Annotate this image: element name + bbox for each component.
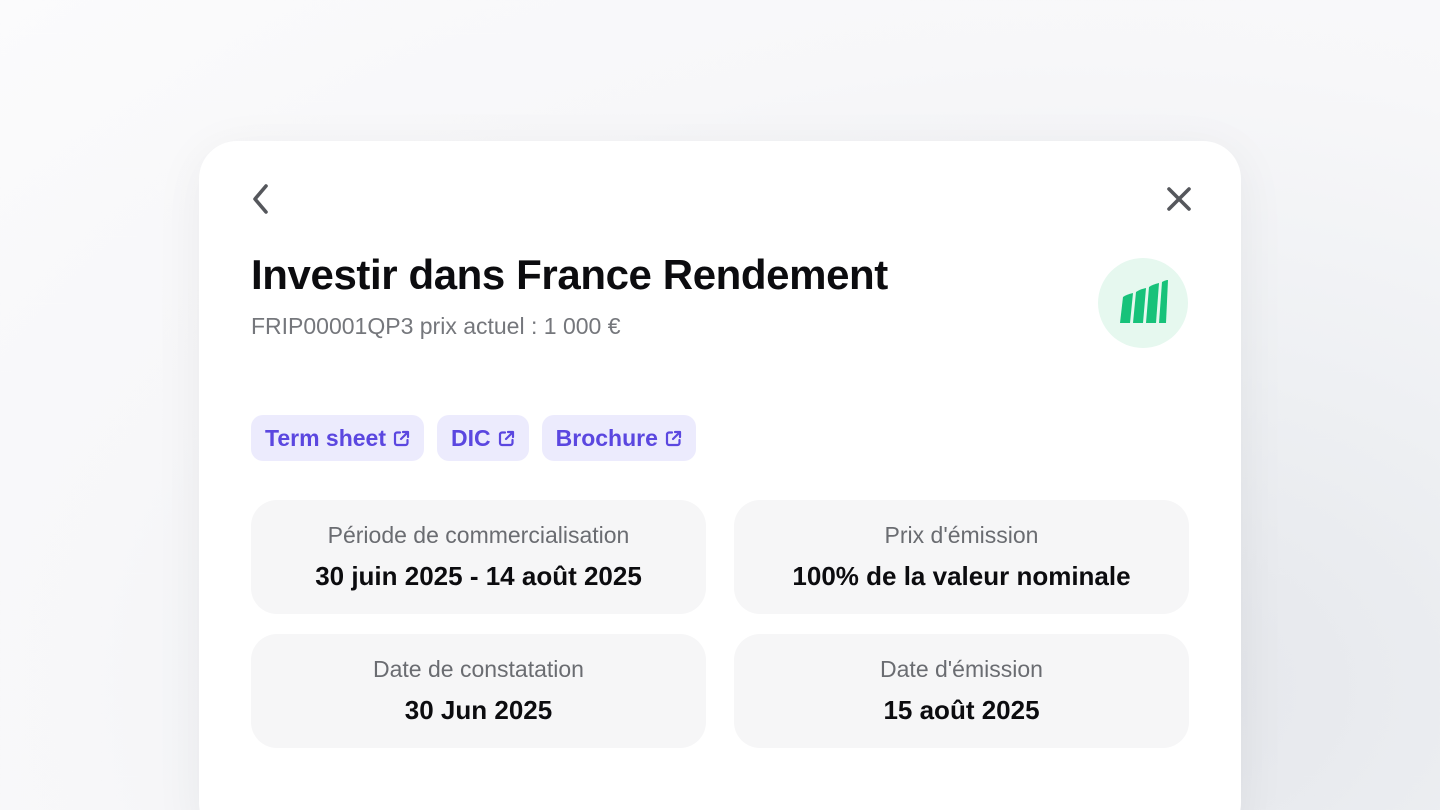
dic-link[interactable]: DIC	[437, 415, 529, 461]
card-label: Prix d'émission	[884, 522, 1039, 548]
product-subtitle: FRIP00001QP3 prix actuel : 1 000 €	[251, 313, 621, 339]
issue-price-card: Prix d'émission 100% de la valeur nomina…	[734, 500, 1189, 614]
back-button[interactable]	[243, 179, 279, 219]
doc-label: Brochure	[555, 424, 658, 451]
commercialisation-period-card: Période de commercialisation 30 juin 202…	[251, 500, 706, 614]
details-grid: Période de commercialisation 30 juin 202…	[251, 500, 1189, 748]
card-label: Période de commercialisation	[327, 522, 630, 548]
brochure-link[interactable]: Brochure	[541, 415, 696, 461]
page-title: Investir dans France Rendement	[251, 251, 888, 298]
doc-label: DIC	[451, 424, 491, 451]
card-value: 15 août 2025	[883, 695, 1040, 725]
term-sheet-link[interactable]: Term sheet	[251, 415, 425, 461]
doc-label: Term sheet	[265, 424, 387, 451]
external-link-icon	[498, 430, 514, 446]
external-link-icon	[393, 430, 410, 446]
product-logo-icon	[1098, 258, 1188, 348]
observation-date-card: Date de constatation 30 Jun 2025	[251, 634, 706, 748]
chevron-left-icon	[253, 184, 268, 214]
card-value: 100% de la valeur nominale	[792, 561, 1131, 591]
card-value: 30 juin 2025 - 14 août 2025	[315, 561, 642, 591]
investment-modal: Investir dans France Rendement FRIP00001…	[199, 141, 1241, 810]
card-label: Date d'émission	[880, 656, 1043, 682]
close-button[interactable]	[1159, 179, 1199, 219]
card-label: Date de constatation	[373, 656, 584, 682]
documents-list: Term sheet DIC Brochure	[251, 415, 696, 461]
card-value: 30 Jun 2025	[404, 695, 553, 725]
external-link-icon	[665, 430, 681, 446]
close-icon	[1167, 187, 1191, 211]
issue-date-card: Date d'émission 15 août 2025	[734, 634, 1189, 748]
